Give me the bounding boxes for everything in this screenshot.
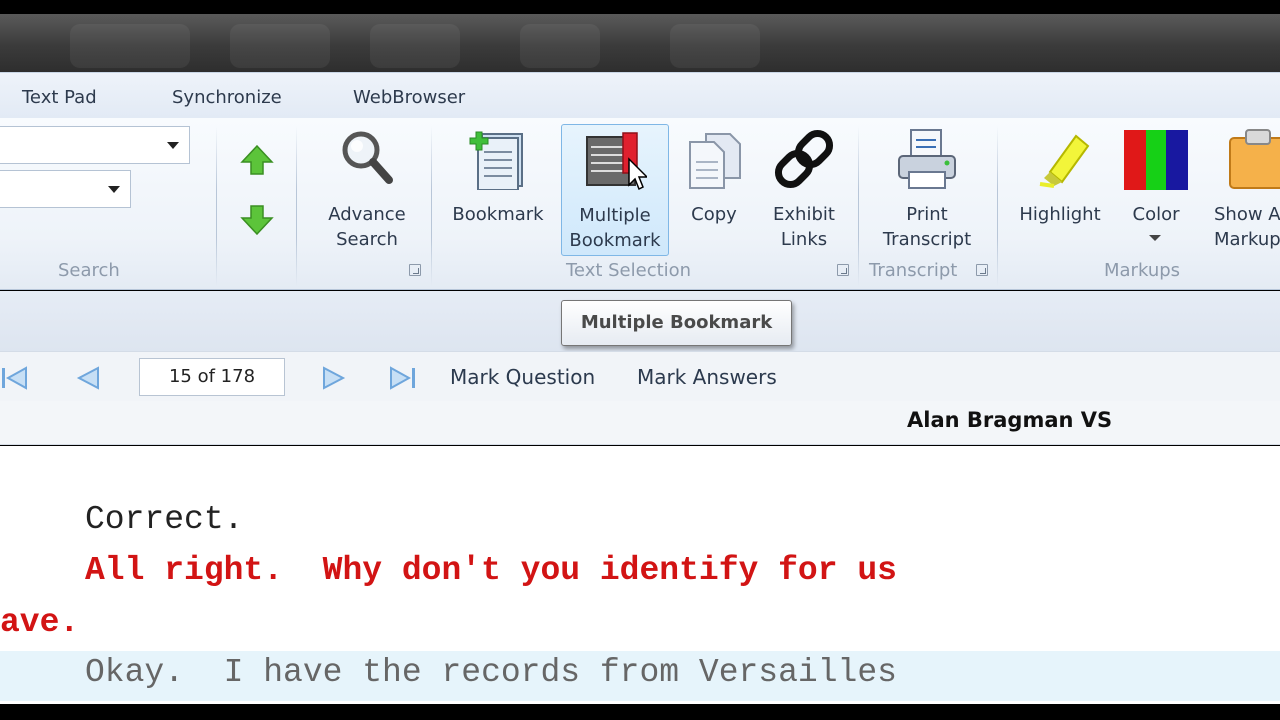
bookmark-plus-icon [468, 128, 528, 194]
show-markup-button[interactable]: Show A Markup [1206, 124, 1280, 256]
mark-question-button[interactable]: Mark Question [450, 365, 595, 389]
group-label-text-selection: Text Selection [566, 260, 692, 281]
chevron-down-icon [1149, 235, 1161, 241]
last-page-icon[interactable] [389, 366, 415, 394]
transcript-line: ave. [0, 604, 80, 641]
highlighter-icon [1028, 128, 1092, 194]
multiple-bookmark-icon [583, 129, 649, 195]
witness-name: Alan Bragman VS [907, 408, 1113, 432]
highlight-label: Highlight [1019, 204, 1101, 225]
tab-webbrowser[interactable]: WebBrowser [353, 87, 465, 108]
transcript-line: All right. Why don't you identify for us [85, 552, 897, 589]
tab-text-pad[interactable]: Text Pad [22, 87, 97, 108]
tab-synchronize[interactable]: Synchronize [172, 87, 282, 108]
copy-icon [684, 128, 744, 194]
bookmark-button[interactable]: Bookmark [446, 124, 550, 256]
mark-answers-button[interactable]: Mark Answers [637, 365, 777, 389]
search-scope-combo[interactable] [0, 170, 131, 208]
multiple-bookmark-label: Multiple Bookmark [569, 205, 661, 251]
group-label-transcript: Transcript [869, 260, 958, 281]
print-transcript-label: Print Transcript [882, 204, 972, 250]
exhibit-links-button[interactable]: Exhibit Links [760, 124, 848, 256]
page-navigation-bar: 15 of 178 Mark Question Mark Answers [0, 351, 1280, 401]
bookmark-label: Bookmark [452, 204, 544, 225]
text-selection-dialog-launcher-icon[interactable] [837, 264, 849, 276]
ribbon: Advance Search Search Bookmark Multiple … [0, 118, 1280, 290]
exhibit-links-label: Exhibit Links [773, 204, 835, 250]
transcript-line: Okay. I have the records from Versailles [85, 654, 897, 691]
group-label-search: Search [58, 260, 120, 281]
search-dialog-launcher-icon[interactable] [409, 264, 421, 276]
transcript-line: Correct. [85, 501, 244, 538]
green-down-arrow-icon[interactable] [240, 204, 274, 240]
color-label: Color [1132, 204, 1180, 225]
magnifier-icon [339, 128, 395, 192]
show-markup-label: Show A Markup [1214, 204, 1280, 250]
advance-search-label: Advance Search [328, 204, 406, 250]
window-titlebar [0, 14, 1280, 72]
next-page-icon[interactable] [322, 366, 346, 394]
tooltip-multiple-bookmark: Multiple Bookmark [561, 300, 792, 346]
page-indicator-field[interactable]: 15 of 178 [139, 358, 285, 396]
green-up-arrow-icon[interactable] [240, 144, 274, 180]
printer-icon [895, 128, 959, 194]
print-transcript-button[interactable]: Print Transcript [870, 124, 984, 256]
copy-button[interactable]: Copy [680, 124, 748, 256]
multiple-bookmark-button[interactable]: Multiple Bookmark [561, 124, 669, 256]
first-page-icon[interactable] [2, 366, 28, 394]
previous-page-icon[interactable] [76, 366, 100, 394]
ribbon-tab-bar: Text Pad Synchronize WebBrowser [0, 72, 1280, 118]
transcript-dialog-launcher-icon[interactable] [976, 264, 988, 276]
clipboard-icon [1226, 128, 1280, 194]
color-bars-icon [1124, 128, 1188, 194]
transcript-view[interactable]: Correct. All right. Why don't you identi… [0, 446, 1280, 704]
bottom-letterbox [0, 704, 1280, 720]
group-label-markups: Markups [1104, 260, 1181, 281]
search-text-combo[interactable] [0, 126, 190, 164]
chain-link-icon [772, 128, 836, 194]
advance-search-button[interactable]: Advance Search [318, 124, 416, 256]
witness-header: Alan Bragman VS [0, 401, 1280, 445]
copy-label: Copy [691, 204, 737, 225]
chevron-down-icon [167, 142, 179, 149]
chevron-down-icon [108, 186, 120, 193]
color-button[interactable]: Color [1118, 124, 1194, 256]
highlight-button[interactable]: Highlight [1012, 124, 1108, 256]
